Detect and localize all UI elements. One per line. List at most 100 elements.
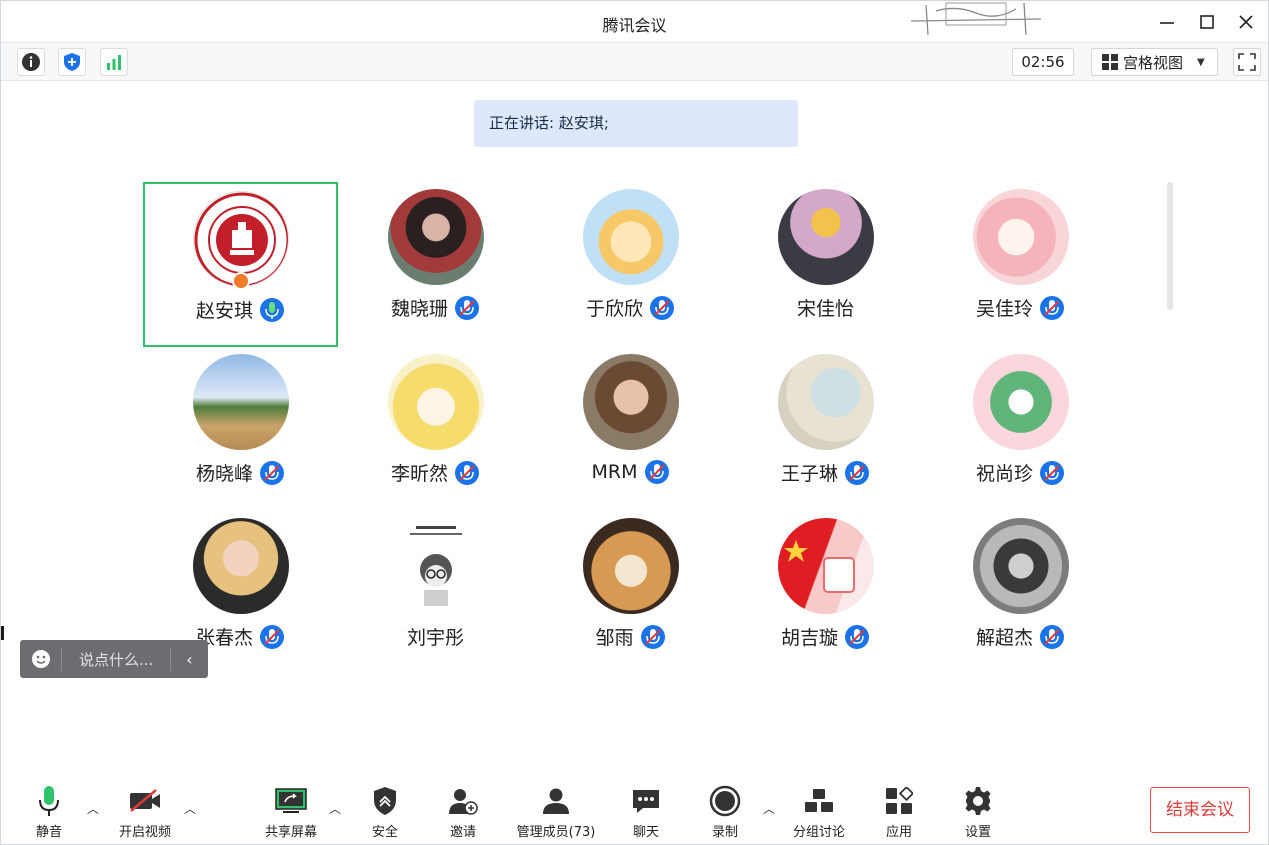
avatar	[972, 518, 1069, 614]
emoji-button[interactable]	[20, 647, 62, 671]
members-icon	[543, 788, 569, 814]
security-shield-icon	[374, 786, 396, 815]
shield-plus-icon	[64, 53, 80, 71]
info-button[interactable]	[17, 48, 45, 76]
participant-name-line: 赵安琪	[145, 296, 336, 323]
record-button[interactable]: 录制	[705, 784, 745, 840]
apps-icon	[886, 786, 913, 814]
network-signal-button[interactable]	[100, 48, 128, 76]
mic-muted-icon	[639, 623, 666, 650]
avatar	[387, 189, 484, 285]
participant-tile[interactable]: 解超杰	[923, 511, 1118, 676]
add-user-icon	[449, 788, 478, 815]
participant-name-line: MRM	[533, 459, 728, 485]
participant-tile[interactable]: MRM	[533, 347, 728, 512]
start-video-button[interactable]: 开启视频	[113, 784, 177, 840]
breakout-label: 分组讨论	[792, 825, 845, 840]
view-mode-select[interactable]: 宫格视图 ▼	[1091, 48, 1218, 76]
close-icon	[1239, 15, 1253, 29]
participant-name: 胡吉璇	[780, 627, 838, 649]
minimize-button[interactable]	[1154, 9, 1180, 35]
settings-label: 设置	[964, 825, 991, 840]
participant-name-line: 宋佳怡	[728, 294, 923, 321]
window-title: 腾讯会议	[602, 16, 667, 35]
record-options-chevron-up-icon[interactable]: ︿	[763, 800, 775, 817]
mic-muted-icon	[259, 623, 285, 650]
avatar	[777, 354, 874, 450]
security-button[interactable]: 安全	[365, 784, 405, 840]
participant-name-line: 王子琳	[728, 459, 923, 486]
participant-tile[interactable]: 吴佳玲	[923, 182, 1118, 347]
signal-bars-icon	[107, 55, 121, 70]
participant-tile[interactable]: 宋佳怡	[728, 182, 923, 347]
participant-tile[interactable]: 王子琳	[728, 347, 923, 512]
mic-muted-icon	[454, 294, 480, 321]
mute-button[interactable]: 静音	[27, 784, 71, 840]
participant-name-line: 祝尚珍	[923, 459, 1118, 486]
breakout-rooms-icon	[805, 788, 833, 812]
smiley-icon	[31, 650, 50, 668]
participant-name-line: 于欣欣	[533, 294, 728, 321]
mic-active-icon	[259, 296, 285, 323]
speaking-banner: 正在讲话: 赵安琪;	[474, 100, 798, 147]
mic-muted-icon	[1039, 459, 1065, 486]
participant-tile[interactable]: 刘宇彤	[338, 511, 533, 676]
participant-name: 邹雨	[595, 627, 634, 649]
invite-button[interactable]: 邀请	[443, 784, 483, 840]
avatar	[192, 354, 289, 450]
members-label: 管理成员(73)	[516, 825, 596, 840]
apps-button[interactable]: 应用	[879, 784, 919, 840]
avatar	[777, 189, 874, 285]
participant-name: 于欣欣	[585, 298, 643, 320]
maximize-icon	[1200, 15, 1214, 29]
meeting-toolbar: 02:56 宫格视图 ▼	[1, 43, 1268, 81]
apps-label: 应用	[885, 825, 912, 840]
end-meeting-button[interactable]: 结束会议	[1150, 787, 1250, 833]
avatar	[387, 518, 484, 614]
video-off-icon	[130, 788, 160, 812]
participant-tile[interactable]: 祝尚珍	[923, 347, 1118, 512]
microphone-icon	[39, 785, 59, 816]
maximize-button[interactable]	[1194, 9, 1220, 35]
share-options-chevron-up-icon[interactable]: ︿	[329, 800, 341, 817]
participant-name: 赵安琪	[195, 300, 253, 322]
security-shield-button[interactable]	[58, 48, 86, 76]
mic-muted-icon	[844, 623, 870, 650]
video-options-chevron-up-icon[interactable]: ︿	[184, 800, 196, 817]
chat-quick-input[interactable]: 说点什么... ‹	[20, 640, 208, 678]
participant-tile[interactable]: 李昕然	[338, 347, 533, 512]
participant-name: 杨晓峰	[195, 463, 253, 485]
cartoon-avatar-icon	[409, 526, 462, 606]
share-label: 共享屏幕	[264, 825, 317, 840]
fullscreen-icon	[1238, 53, 1256, 71]
settings-button[interactable]: 设置	[958, 784, 998, 840]
participant-tile[interactable]: 于欣欣	[533, 182, 728, 347]
chat-label: 聊天	[632, 825, 659, 840]
minimize-icon	[1160, 22, 1174, 24]
participant-tile[interactable]: 胡吉璇	[728, 511, 923, 676]
sketch-decoration-icon	[910, 2, 1042, 36]
invite-label: 邀请	[449, 825, 476, 840]
participant-name-line: 胡吉璇	[728, 623, 923, 650]
participant-tile[interactable]: 杨晓峰	[143, 347, 338, 512]
mic-muted-icon	[844, 459, 870, 486]
participant-tile[interactable]: 邹雨	[533, 511, 728, 676]
participant-name: 李昕然	[390, 463, 448, 485]
chevron-left-icon[interactable]: ‹	[170, 647, 208, 671]
avatar	[777, 518, 874, 614]
mute-options-chevron-up-icon[interactable]: ︿	[87, 800, 99, 817]
close-button[interactable]	[1233, 9, 1259, 35]
chevron-down-icon: ▼	[1197, 56, 1205, 68]
chat-button[interactable]: 聊天	[626, 784, 666, 840]
participant-name: 祝尚珍	[975, 463, 1033, 485]
participant-name-line: 魏晓珊	[338, 294, 533, 321]
fullscreen-button[interactable]	[1233, 48, 1261, 76]
participant-name: MRM	[591, 461, 638, 483]
participant-tile[interactable]: 赵安琪	[143, 182, 338, 347]
participant-name-line: 杨晓峰	[143, 459, 338, 486]
grid-scrollbar[interactable]	[1167, 182, 1173, 310]
manage-members-button[interactable]: 管理成员(73)	[511, 784, 601, 840]
breakout-rooms-button[interactable]: 分组讨论	[787, 784, 851, 840]
share-screen-button[interactable]: 共享屏幕	[259, 784, 323, 840]
participant-tile[interactable]: 魏晓珊	[338, 182, 533, 347]
